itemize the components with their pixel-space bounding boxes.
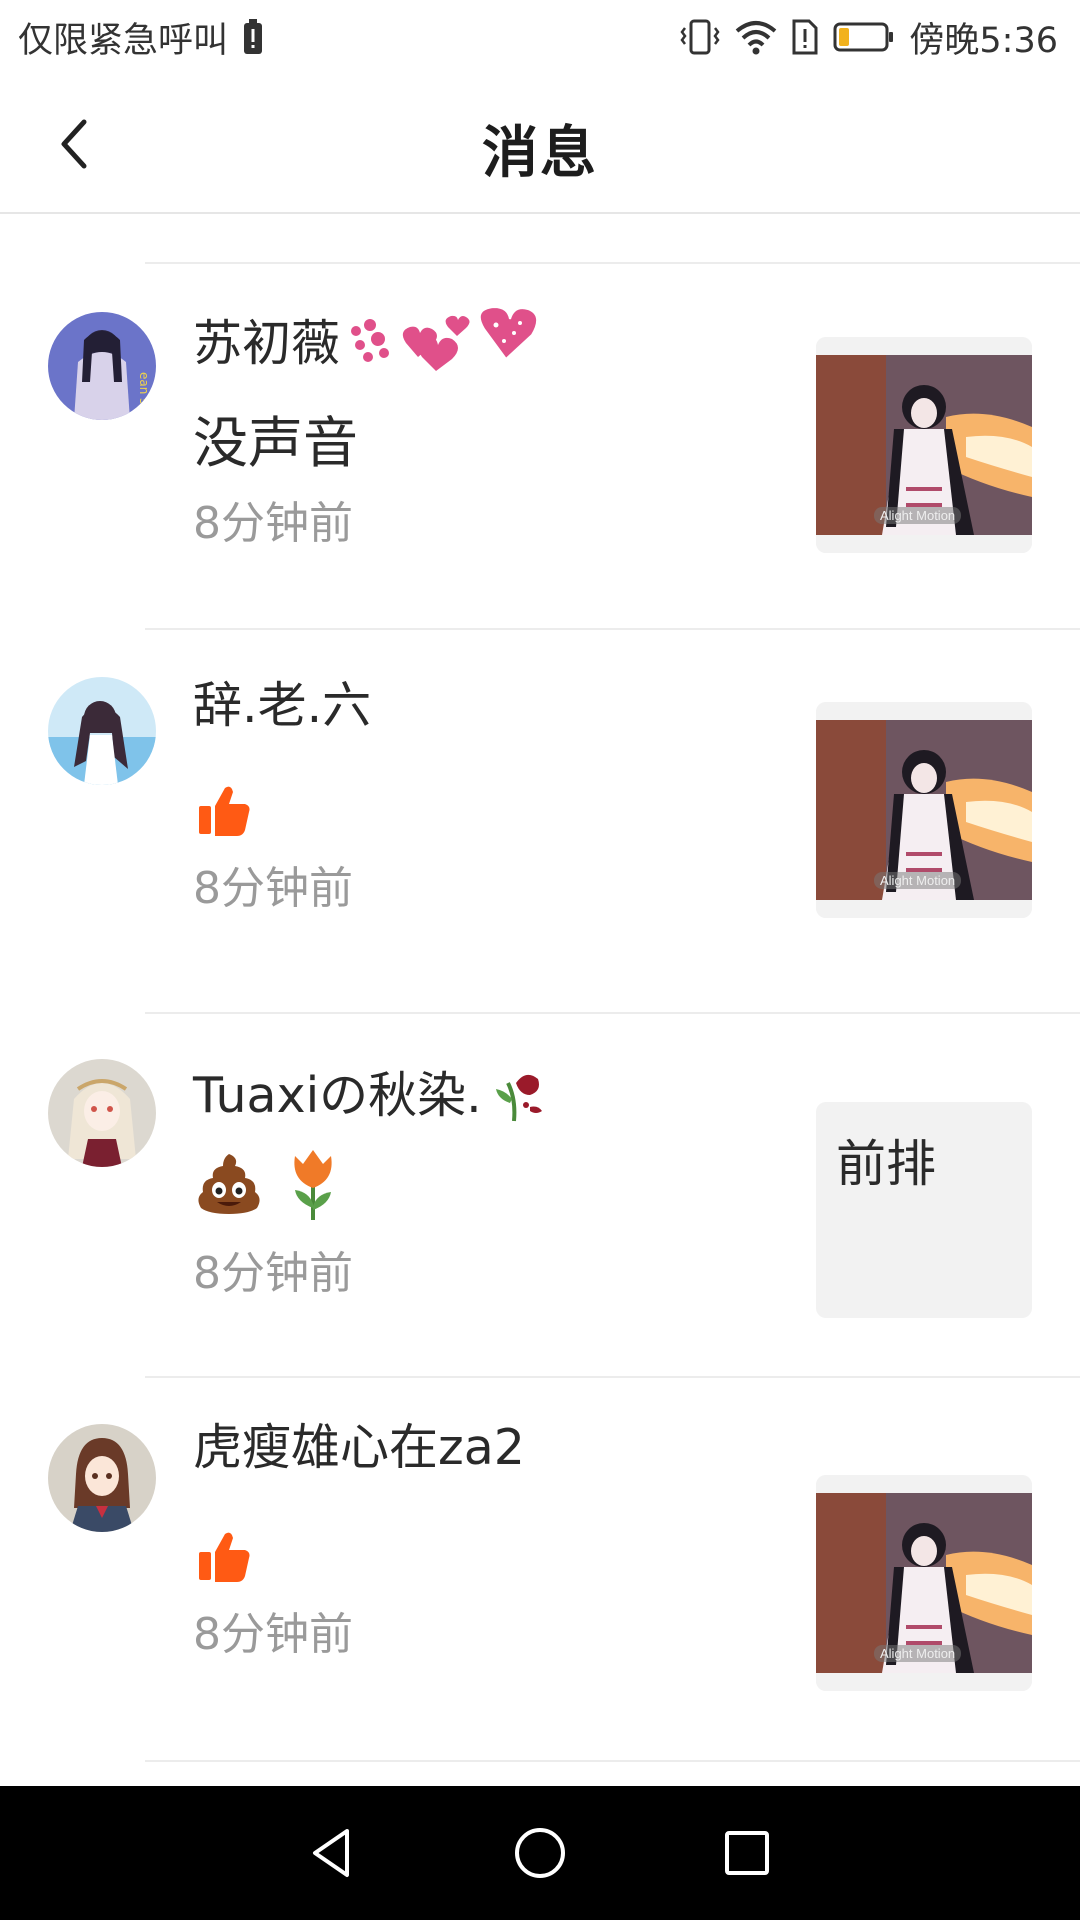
sender-name: 虎瘦雄心在za2 — [193, 1419, 525, 1476]
sender-name-row: 苏初薇 — [193, 304, 550, 375]
thumbs-up-emoji-icon — [199, 1532, 250, 1582]
avatar[interactable]: ean sky — [48, 312, 156, 420]
post-thumbnail[interactable]: Alight Motion — [816, 1475, 1032, 1691]
status-bar: 仅限紧急呼叫 傍晚5:36 — [0, 0, 1080, 74]
post-thumbnail[interactable]: 前排 — [816, 1102, 1032, 1318]
sender-name-row: Tuaxiの秋染. — [193, 1056, 552, 1127]
nav-recents-button[interactable] — [707, 1813, 787, 1893]
nav-home-button[interactable] — [500, 1813, 580, 1893]
wifi-icon — [735, 19, 777, 55]
list-item[interactable]: 辞.老.六 8分钟前 Alight Motion — [0, 630, 1080, 1014]
nav-home-icon — [514, 1828, 565, 1878]
battery-icon — [833, 21, 895, 53]
message-content — [193, 780, 255, 842]
message-list[interactable]: ean sky 苏初薇 没声音 8分钟前 Alight Motion 辞.老.六… — [0, 216, 1080, 1786]
system-nav-bar — [0, 1786, 1080, 1920]
sender-name: 辞.老.六 — [193, 677, 372, 734]
status-right: 傍晚5:36 — [679, 12, 1058, 63]
status-left: 仅限紧急呼叫 — [18, 12, 264, 63]
tulip-emoji-icon — [294, 1150, 332, 1220]
wilted-rose-emoji-icon — [486, 1059, 552, 1125]
avatar[interactable] — [48, 1424, 156, 1532]
nav-back-icon — [313, 1829, 350, 1877]
sender-name-row: 虎瘦雄心在za2 — [193, 1408, 525, 1479]
message-time: 8分钟前 — [193, 1248, 353, 1299]
message-content — [193, 1526, 255, 1588]
svg-text:ean sky: ean sky — [137, 372, 151, 418]
message-time: 8分钟前 — [193, 498, 353, 549]
hearts-emoji-icon — [344, 305, 550, 375]
header-bar: 消息 — [0, 74, 1080, 214]
thumbnail-watermark: Alight Motion — [874, 1645, 962, 1662]
nav-recents-icon — [724, 1831, 769, 1875]
post-thumbnail[interactable]: Alight Motion — [816, 337, 1032, 553]
carrier-text: 仅限紧急呼叫 — [18, 20, 229, 61]
sim-alert-icon — [791, 18, 819, 56]
thumbnail-watermark: Alight Motion — [874, 507, 962, 524]
post-thumbnail[interactable]: Alight Motion — [816, 702, 1032, 918]
list-item[interactable]: 虎瘦雄心在za2 8分钟前 Alight Motion — [0, 1378, 1080, 1762]
message-time: 8分钟前 — [193, 1609, 353, 1660]
battery-alert-icon — [242, 18, 264, 56]
message-time: 8分钟前 — [193, 863, 353, 914]
vibrate-icon — [679, 18, 721, 56]
message-content — [193, 1146, 343, 1222]
thumbnail-text: 前排 — [836, 1135, 936, 1193]
avatar[interactable] — [48, 677, 156, 785]
sender-name-row: 辞.老.六 — [193, 666, 371, 737]
list-item[interactable]: Tuaxiの秋染. 8分钟前 前排 — [0, 1014, 1080, 1378]
page-title: 消息 — [482, 121, 598, 186]
avatar[interactable] — [48, 1059, 156, 1167]
list-item[interactable]: ean sky 苏初薇 没声音 8分钟前 Alight Motion — [0, 264, 1080, 628]
message-content: 没声音 — [193, 411, 359, 475]
thumbs-up-emoji-icon — [199, 786, 250, 836]
poop-emoji-icon — [198, 1154, 260, 1214]
status-time: 傍晚5:36 — [909, 20, 1058, 61]
thumbnail-watermark: Alight Motion — [874, 872, 962, 889]
divider — [145, 1760, 1080, 1762]
nav-back-button[interactable] — [293, 1813, 373, 1893]
sender-name: Tuaxiの秋染. — [193, 1067, 482, 1124]
sender-name: 苏初薇 — [193, 315, 341, 372]
